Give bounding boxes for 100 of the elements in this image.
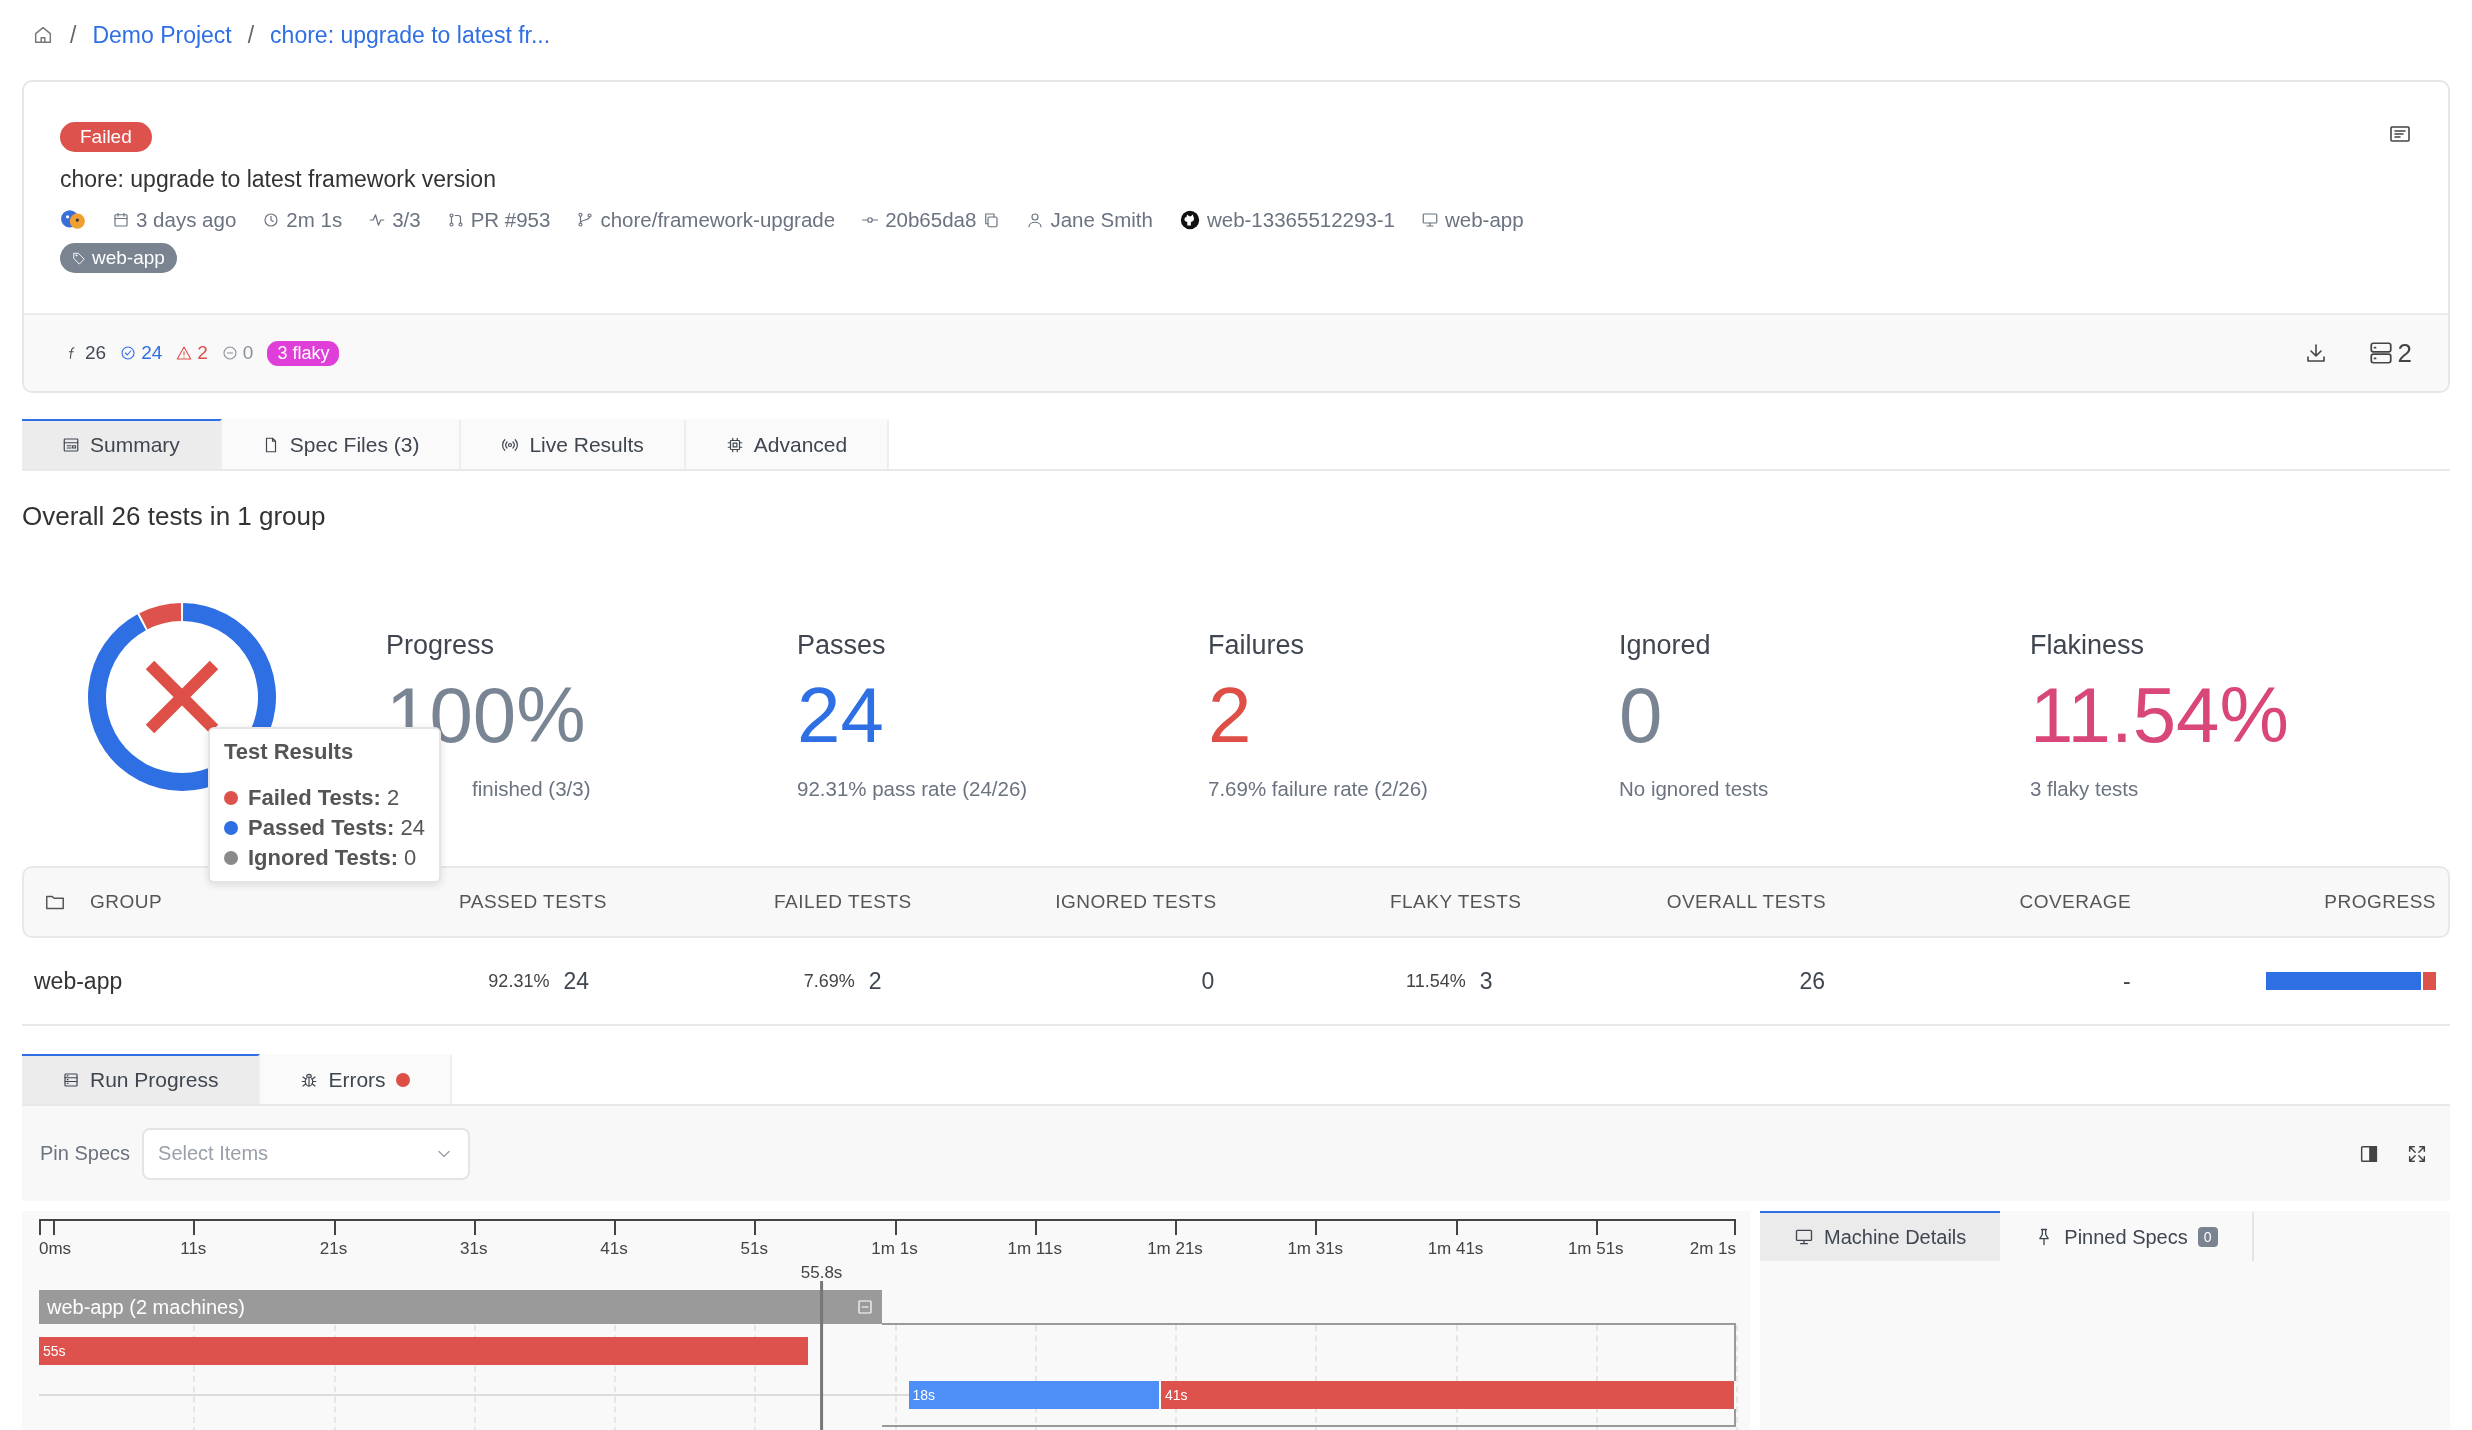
tick-label: 51s [740, 1239, 768, 1259]
chip-icon [725, 436, 744, 454]
pull-request-icon [446, 211, 465, 229]
meta-text: PR #953 [470, 208, 551, 232]
duration-bar[interactable]: 55s [39, 1337, 811, 1365]
tooltip-title: Test Results [224, 739, 355, 765]
meta-text: 2m 1s [286, 208, 343, 232]
tag-icon [72, 251, 86, 265]
list-icon [62, 1071, 80, 1089]
server-icon [2367, 340, 2394, 366]
tab[interactable]: Live Results [461, 419, 686, 469]
warning-icon [176, 345, 193, 361]
stat-value: 11.54% [2030, 670, 2290, 761]
monitor-icon [1421, 211, 1439, 229]
bug-icon [300, 1071, 319, 1089]
count-cell-text: 24 [563, 967, 590, 995]
minus-circle-icon [221, 345, 238, 361]
breadcrumb-link[interactable]: chore: upgrade to latest fr... [270, 21, 551, 49]
count-cell-text: 2 [868, 967, 883, 995]
meta-text: 20b65da8 [885, 208, 977, 232]
legend-text: Ignored Tests: 0 [248, 844, 417, 872]
breadcrumb-separator: / [70, 21, 77, 49]
table-cell-text: 26 [1798, 967, 1827, 995]
tick-label: 2m 1s [1689, 1239, 1736, 1259]
tab[interactable]: Spec Files (3) [221, 419, 462, 469]
meta-text: 3/3 [392, 208, 421, 232]
stat-value: 24 [797, 670, 885, 761]
tab[interactable]: Errors [260, 1054, 452, 1104]
duration-bar[interactable]: 41s [1160, 1381, 1736, 1409]
meta-text: chore/framework-upgrade [600, 208, 836, 232]
column-header: OVERALL TESTS [1665, 891, 1828, 913]
count-cell-text: 3 [1479, 967, 1494, 995]
meta-text: web-app [1445, 208, 1524, 232]
tab[interactable]: Machine Details [1760, 1211, 2001, 1261]
stat-detail: 3 flaky tests [2030, 777, 2139, 801]
stat-value: 0 [1619, 670, 1664, 761]
user-icon [1026, 211, 1045, 229]
flaky-badge: 3 flaky [267, 340, 340, 366]
meta-text: 3 days ago [136, 208, 237, 232]
tick-label: 31s [460, 1239, 488, 1259]
rate-text: 92.31% [488, 970, 550, 992]
run-title: chore: upgrade to latest framework version [60, 166, 497, 193]
breadcrumb-link[interactable]: Demo Project [92, 21, 232, 49]
column-header: GROUP [90, 891, 163, 913]
count-badge: 0 [2197, 1227, 2218, 1247]
tab[interactable]: Summary [22, 419, 222, 469]
meta-text: web-13365512293-1 [1206, 208, 1395, 232]
pulse-icon [368, 211, 387, 229]
calendar-icon [112, 211, 130, 229]
copy-icon[interactable] [982, 211, 1001, 229]
machines-button[interactable]: 2 [2367, 337, 2412, 369]
monitor-icon [1794, 1227, 1814, 1247]
count-text: 24 [141, 342, 163, 364]
column-header: IGNORED TESTS [1054, 891, 1218, 913]
tick-label: 1m 11s [1007, 1239, 1062, 1259]
tick-label: 41s [600, 1239, 628, 1259]
count-text: 2 [197, 342, 208, 364]
stat-detail: 7.69% failure rate (2/26) [1208, 777, 1428, 801]
tab[interactable]: Advanced [685, 419, 890, 469]
legend-text: Failed Tests: 2 [248, 784, 400, 812]
column-header: PROGRESS [2323, 891, 2437, 913]
rate-text: 11.54% [1406, 970, 1466, 992]
column-header: PASSED TESTS [458, 891, 608, 913]
tick-label: 0ms [39, 1239, 72, 1259]
legend-text: Passed Tests: 24 [248, 814, 425, 842]
stat-detail: 92.31% pass rate (24/26) [797, 777, 1028, 801]
stat-label: Flakiness [2030, 630, 2146, 661]
tick-label: 1m 1s [871, 1239, 918, 1259]
check-circle-icon [120, 345, 137, 361]
group-name-cell-text: web-app [33, 967, 124, 995]
count-text: 0 [242, 342, 254, 364]
cross-icon [144, 659, 220, 735]
stat-detail: finished (3/3) [472, 777, 591, 801]
github-icon [1178, 209, 1201, 231]
stat-label: Failures [1208, 630, 1306, 661]
tab[interactable]: Run Progress [22, 1054, 261, 1104]
branch-icon [576, 211, 595, 229]
tick-label: 21s [319, 1239, 348, 1259]
table-cell-text: - [2121, 967, 2132, 995]
tick-label: 1m 41s [1427, 1239, 1484, 1259]
summary-icon [62, 436, 80, 454]
tag-chip: web-app [60, 243, 177, 273]
clock-icon [262, 211, 281, 229]
stat-value: 2 [1208, 670, 1253, 761]
tab[interactable]: Pinned Specs 0 [2000, 1211, 2254, 1261]
breadcrumb-separator: / [247, 21, 255, 49]
summary-heading: Overall 26 tests in 1 group [22, 501, 327, 532]
broadcast-icon [501, 436, 520, 454]
stat-detail: No ignored tests [1619, 777, 1769, 801]
tick-label: 1m 51s [1567, 1239, 1624, 1259]
meta-text: Jane Smith [1050, 208, 1153, 232]
tick-label: 11s [180, 1239, 207, 1259]
column-header: FLAKY TESTS [1388, 891, 1523, 913]
column-header: COVERAGE [2018, 891, 2133, 913]
stat-label: Passes [797, 630, 887, 661]
home-icon[interactable] [32, 24, 54, 46]
tick-label: 1m 31s [1287, 1239, 1344, 1259]
count-text: 26 [85, 342, 107, 364]
tick-label: 1m 21s [1147, 1239, 1203, 1259]
marker-label: 55.8s [800, 1263, 843, 1283]
